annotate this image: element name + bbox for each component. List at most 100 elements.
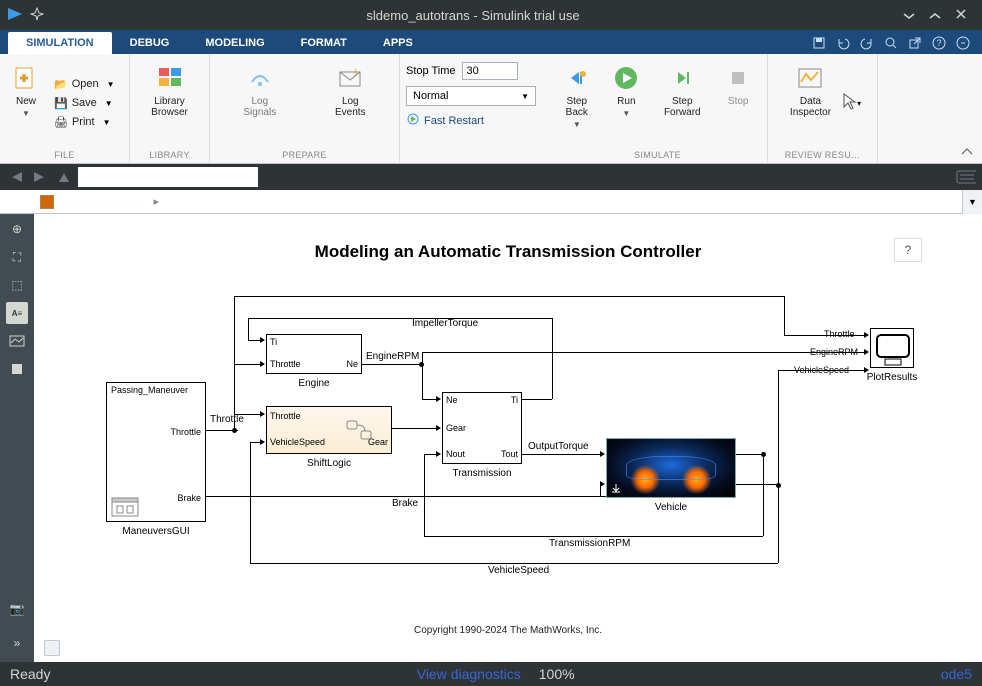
library-browser-button[interactable]: Library Browser — [145, 58, 194, 148]
print-button[interactable]: 🖨Print▼ — [50, 114, 119, 131]
chevron-down-icon: ▼ — [107, 80, 115, 89]
stop-time-row: Stop Time — [406, 62, 542, 80]
breadcrumb-path[interactable]: sldemo_autotrans — [60, 196, 147, 208]
block-vehicle[interactable] — [606, 438, 736, 498]
chevron-down-icon[interactable]: ▾ — [857, 99, 861, 108]
tab-debug[interactable]: DEBUG — [112, 32, 188, 54]
stop-button[interactable]: Stop — [720, 58, 756, 148]
navbar — [0, 164, 982, 190]
save-button[interactable]: 💾Save▼ — [50, 95, 119, 112]
chevron-right-icon: ▸ — [153, 195, 159, 208]
signal-brake: Brake — [392, 498, 418, 509]
chevron-down-icon: ▼ — [22, 109, 30, 118]
open-button[interactable]: 📂Open▼ — [50, 76, 119, 93]
rail-block-icon[interactable] — [6, 358, 28, 380]
nav-back-icon[interactable] — [6, 167, 26, 187]
stop-icon — [726, 62, 750, 94]
save-icon[interactable] — [810, 34, 828, 52]
breadcrumb-drop[interactable]: ▼ — [962, 190, 982, 214]
redo-icon[interactable] — [858, 34, 876, 52]
run-button[interactable]: Run ▼ — [608, 58, 644, 148]
ribbon: New ▼ 📂Open▼ 💾Save▼ 🖨Print▼ FILE Library… — [0, 54, 982, 164]
rail-annotation-icon[interactable]: A≡ — [6, 302, 28, 324]
library-label: Library Browser — [151, 96, 188, 118]
main-area: ⊕ ⛶ ⬚ A≡ 📷 » Modeling an Automatic Trans… — [0, 214, 982, 662]
nav-up-icon[interactable] — [54, 167, 74, 187]
close-icon[interactable] — [954, 7, 968, 24]
maximize-icon[interactable] — [928, 7, 942, 24]
log-events-button[interactable]: Log Events — [329, 58, 372, 148]
model-tile-icon[interactable] — [44, 640, 60, 656]
cursor-icon — [841, 91, 857, 116]
collapse-ribbon-button[interactable] — [952, 54, 982, 163]
stateflow-icon — [345, 419, 375, 441]
canvas-help-button[interactable]: ? — [894, 238, 922, 262]
model-icon — [40, 195, 54, 209]
rail-scope-icon[interactable] — [6, 330, 28, 352]
stop-time-input[interactable] — [462, 62, 518, 80]
log-signals-button[interactable]: Log Signals — [237, 58, 282, 148]
minimize-icon[interactable] — [902, 7, 916, 24]
fast-restart-button[interactable]: Fast Restart — [406, 110, 542, 129]
block-plot[interactable] — [870, 328, 914, 368]
data-chart-icon — [796, 62, 824, 94]
new-button[interactable]: New ▼ — [6, 58, 46, 148]
new-file-icon — [12, 62, 40, 94]
popout-icon[interactable] — [906, 34, 924, 52]
help-icon[interactable]: ? — [930, 34, 948, 52]
statusbar: Ready View diagnostics 100% ode5 — [0, 662, 982, 686]
titlebar: sldemo_autotrans - Simulink trial use — [0, 0, 982, 30]
tab-format[interactable]: FORMAT — [283, 32, 365, 54]
nav-forward-icon[interactable] — [30, 167, 50, 187]
block-maneuvers[interactable]: Passing_Maneuver Throttle Brake — [106, 382, 206, 522]
fast-restart-icon — [406, 112, 420, 129]
chevron-down-icon: ▼ — [521, 92, 529, 101]
path-input[interactable] — [78, 167, 258, 187]
signal-wifi-icon — [248, 62, 272, 94]
rail-more-icon[interactable]: » — [6, 632, 28, 654]
step-forward-icon — [670, 62, 694, 94]
gui-icon — [111, 497, 139, 517]
tab-apps[interactable]: APPS — [365, 32, 431, 54]
pin-icon[interactable] — [30, 7, 44, 24]
step-back-icon — [565, 62, 589, 94]
block-maneuvers-label: ManeuversGUI — [122, 526, 189, 537]
undo-icon[interactable] — [834, 34, 852, 52]
rail-fit-width-icon[interactable]: ⬚ — [6, 274, 28, 296]
ribbon-tabstrip: SIMULATION DEBUG MODELING FORMAT APPS ? — [0, 30, 982, 54]
zoom-level[interactable]: 100% — [539, 666, 575, 682]
tab-simulation[interactable]: SIMULATION — [8, 32, 112, 54]
signal-output-torque: OutputTorque — [528, 441, 589, 452]
model-canvas[interactable]: Modeling an Automatic Transmission Contr… — [34, 214, 982, 662]
block-transmission-label: Transmission — [452, 468, 511, 479]
chevron-down-icon: ▼ — [105, 99, 113, 108]
view-diagnostics-link[interactable]: View diagnostics — [417, 666, 521, 682]
block-plot-label: PlotResults — [867, 372, 918, 383]
block-engine[interactable]: Ti Throttle Ne — [266, 334, 362, 374]
close-ribbon-icon[interactable] — [954, 34, 972, 52]
block-transmission[interactable]: Ne Gear Nout Ti Tout — [442, 392, 522, 464]
block-shiftlogic[interactable]: Throttle VehicleSpeed Gear — [266, 406, 392, 454]
window-title: sldemo_autotrans - Simulink trial use — [44, 8, 902, 23]
copyright-text: Copyright 1990-2024 The MathWorks, Inc. — [34, 625, 982, 636]
library-icon — [156, 62, 184, 94]
search-icon[interactable] — [882, 34, 900, 52]
block-shiftlogic-label: ShiftLogic — [307, 458, 351, 469]
scope-icon — [871, 329, 915, 369]
app-logo-icon — [6, 5, 24, 26]
rail-explorer-icon[interactable]: ⊕ — [6, 218, 28, 240]
step-back-button[interactable]: Step Back ▼ — [559, 58, 595, 148]
rail-camera-icon[interactable]: 📷 — [6, 598, 28, 620]
rail-zoom-fit-icon[interactable]: ⛶ — [6, 246, 28, 268]
keyboard-icon[interactable] — [956, 167, 976, 187]
tab-modeling[interactable]: MODELING — [187, 32, 282, 54]
step-forward-button[interactable]: Step Forward — [658, 58, 707, 148]
events-icon — [336, 62, 364, 94]
simulation-mode-select[interactable]: Normal ▼ — [406, 86, 536, 106]
chevron-down-icon: ▼ — [573, 120, 581, 129]
data-inspector-button[interactable]: Data Inspector — [784, 58, 837, 148]
play-icon — [614, 62, 638, 94]
download-icon — [611, 483, 621, 493]
solver-label[interactable]: ode5 — [941, 666, 972, 682]
block-engine-label: Engine — [298, 378, 329, 389]
